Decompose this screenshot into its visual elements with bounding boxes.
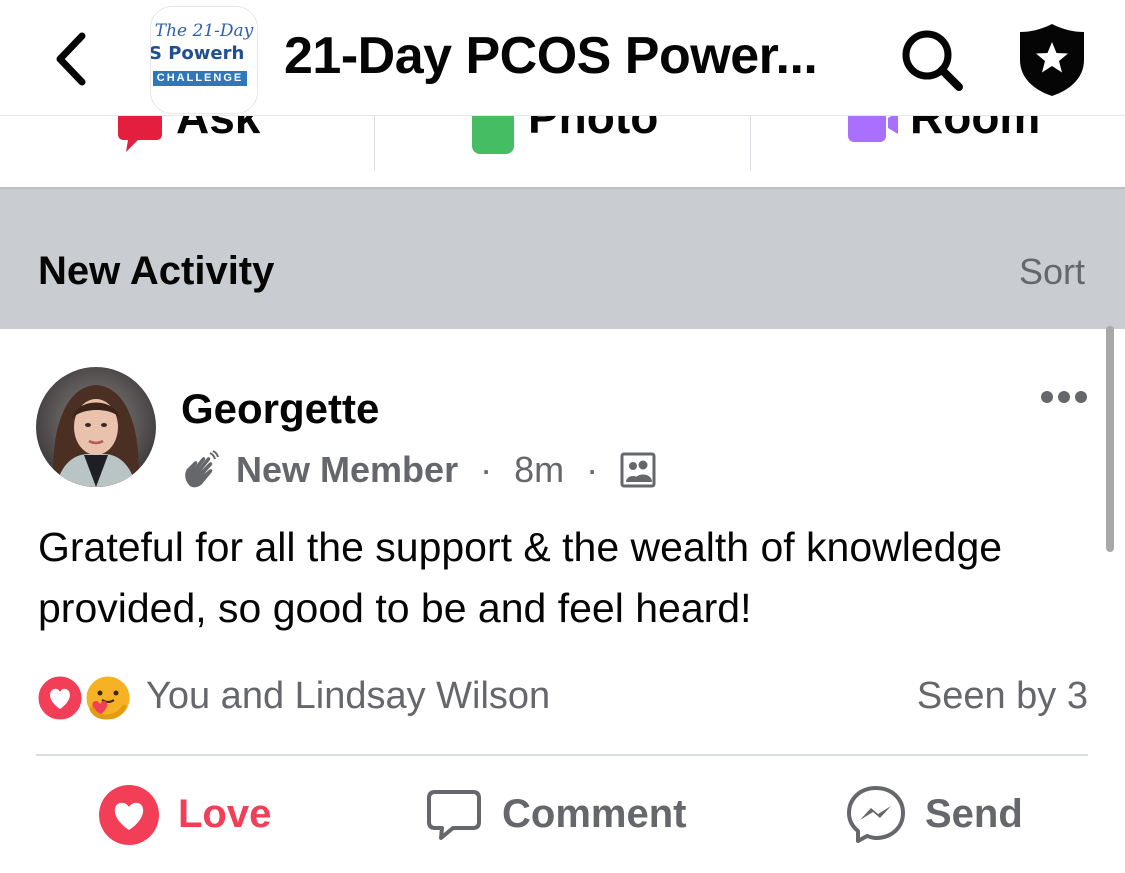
waving-hand-icon	[185, 450, 219, 488]
admin-tools-button[interactable]	[1014, 20, 1090, 100]
member-badge: New Member	[236, 449, 459, 491]
search-icon	[902, 30, 963, 91]
meta-separator: ·	[480, 449, 493, 491]
reaction-summary	[35, 673, 136, 723]
composer-divider	[750, 116, 751, 170]
seen-by-text[interactable]: Seen by 3	[917, 675, 1088, 718]
chat-bubble-icon	[118, 116, 162, 152]
comment-label: Comment	[502, 792, 687, 836]
composer-actions: Ask Photo Room	[0, 115, 1125, 188]
sort-button[interactable]: Sort	[1019, 251, 1085, 293]
shield-star-icon	[1020, 24, 1084, 96]
love-label: Love	[178, 792, 272, 836]
love-reaction-icon	[35, 673, 85, 723]
post-meta: New Member · 8m ·	[180, 447, 656, 491]
group-audience-icon	[620, 452, 656, 488]
send-label: Send	[925, 792, 1023, 836]
room-label: Room	[910, 115, 1041, 143]
love-button[interactable]: Love	[98, 784, 278, 848]
meta-separator: ·	[586, 449, 599, 491]
ask-label: Ask	[176, 115, 261, 143]
photo-button[interactable]: Photo	[470, 116, 658, 154]
heart-icon	[99, 785, 159, 845]
comment-icon	[427, 790, 481, 840]
logo-text-middle: S Powerh	[150, 43, 245, 64]
logo-text-top: The 21-Day	[154, 21, 254, 41]
search-button[interactable]	[896, 24, 968, 96]
author-name[interactable]: Georgette	[181, 385, 379, 433]
avatar[interactable]	[36, 367, 156, 487]
reactions-row[interactable]: You and Lindsay Wilson Seen by 3	[35, 669, 1088, 725]
back-button[interactable]	[44, 26, 104, 90]
group-header: The 21-Day S Powerh CHALLENGE 21-Day PCO…	[0, 0, 1125, 115]
logo-text-bottom: CHALLENGE	[153, 71, 247, 86]
composer-divider	[374, 116, 375, 170]
group-logo[interactable]: The 21-Day S Powerh CHALLENGE	[150, 6, 258, 114]
photo-label: Photo	[528, 115, 659, 143]
photo-icon	[472, 116, 514, 154]
actions-divider	[36, 754, 1088, 756]
more-dots-icon	[1041, 391, 1087, 403]
ask-button[interactable]: Ask	[116, 116, 260, 152]
send-button[interactable]: Send	[845, 784, 1035, 848]
room-button[interactable]: Room	[846, 116, 1040, 150]
video-room-icon	[848, 116, 898, 142]
messenger-icon	[847, 786, 905, 843]
reactors-text[interactable]: You and Lindsay Wilson	[146, 675, 550, 718]
post-body: Grateful for all the support & the wealt…	[38, 524, 1003, 631]
reaction-icons	[35, 673, 133, 723]
profile-photo	[36, 367, 156, 487]
group-title[interactable]: 21-Day PCOS Power...	[284, 26, 818, 86]
more-options-button[interactable]	[1039, 385, 1089, 409]
section-title: New Activity	[38, 249, 275, 293]
comment-button[interactable]: Comment	[425, 784, 705, 848]
post-card: Georgette New Member · 8m · Grateful for…	[0, 329, 1125, 873]
care-reaction-icon	[83, 673, 133, 723]
scrollbar[interactable]	[1106, 326, 1114, 552]
new-activity-bar: New Activity Sort	[0, 187, 1125, 331]
post-time[interactable]: 8m	[514, 449, 564, 491]
chevron-left-icon	[56, 32, 86, 86]
